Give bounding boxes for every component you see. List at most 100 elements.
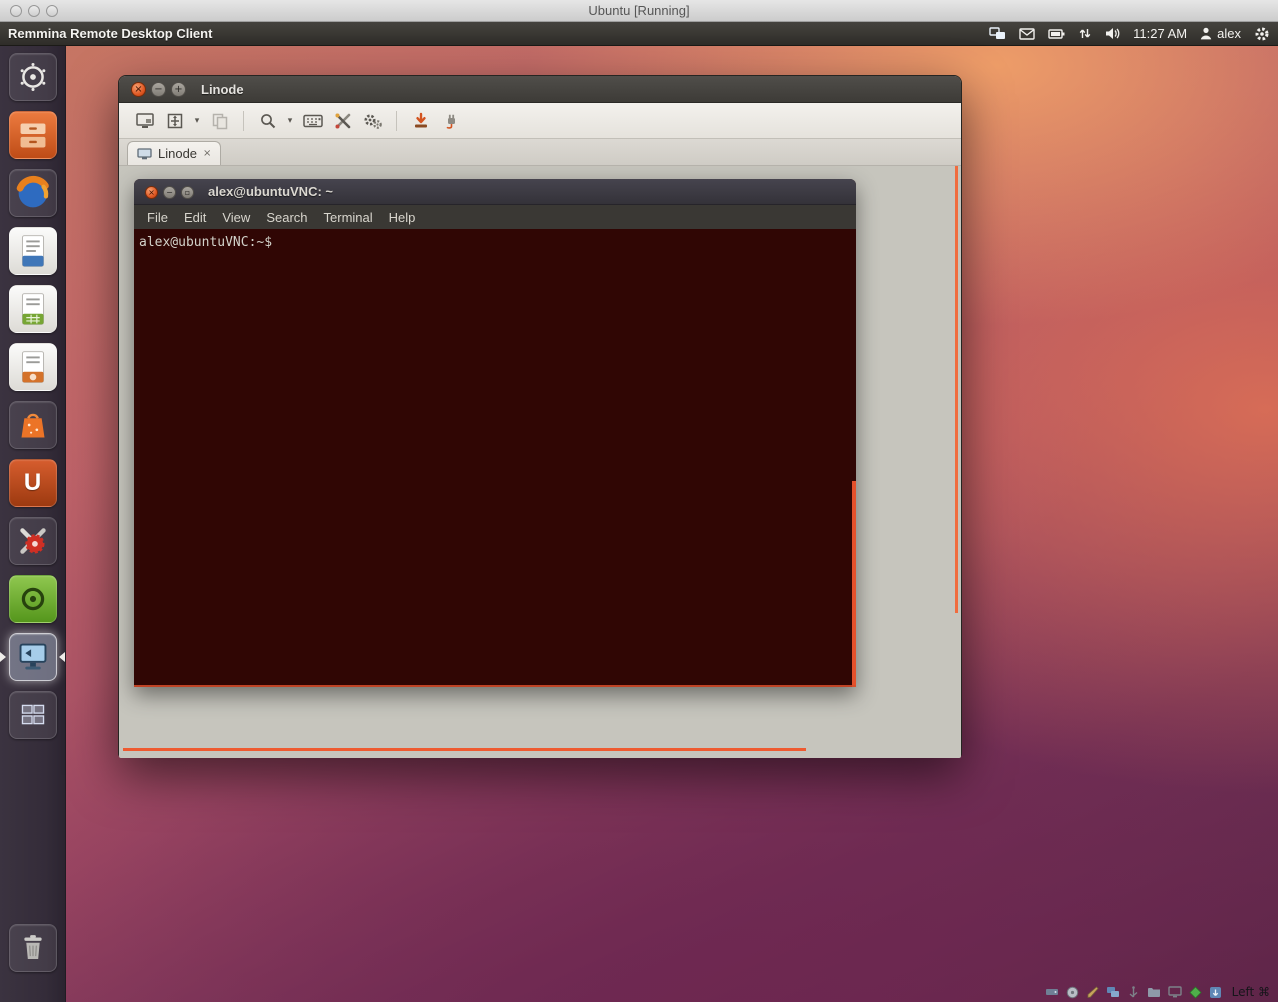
host-zoom-button[interactable] bbox=[46, 5, 58, 17]
remmina-window-controls: × − + bbox=[131, 82, 186, 97]
remmina-maximize-button[interactable]: + bbox=[171, 82, 186, 97]
libreoffice-impress-icon bbox=[10, 343, 56, 391]
remmina-window: × − + Linode ▾ ▾ bbox=[118, 75, 962, 757]
menu-file[interactable]: File bbox=[139, 210, 176, 225]
menu-terminal[interactable]: Terminal bbox=[316, 210, 381, 225]
workspace-switcher-icon bbox=[10, 691, 56, 739]
usb-icon[interactable] bbox=[1127, 986, 1140, 999]
toolbar-separator bbox=[243, 111, 244, 131]
files-icon bbox=[10, 111, 56, 159]
fullscreen-options-dropdown[interactable]: ▾ bbox=[191, 108, 203, 134]
shell-prompt: alex@ubuntuVNC:~$ bbox=[139, 235, 272, 250]
render-artifact bbox=[852, 481, 856, 687]
menu-help[interactable]: Help bbox=[381, 210, 424, 225]
session-gear-icon[interactable] bbox=[1254, 26, 1270, 42]
host-minimize-button[interactable] bbox=[28, 5, 40, 17]
trash-icon bbox=[10, 924, 56, 972]
display-icon[interactable] bbox=[1168, 986, 1182, 998]
libreoffice-writer-icon bbox=[10, 227, 56, 275]
network-icon[interactable] bbox=[1106, 986, 1120, 998]
remmina-toolbar: ▾ ▾ bbox=[119, 103, 961, 139]
menu-view[interactable]: View bbox=[214, 210, 258, 225]
virtualbox-vm-screen: Ubuntu [Running] Remmina Remote Desktop … bbox=[0, 0, 1278, 1002]
menu-edit[interactable]: Edit bbox=[176, 210, 214, 225]
user-icon bbox=[1200, 27, 1212, 40]
tab-close-icon[interactable]: × bbox=[203, 148, 211, 159]
settings-icon[interactable] bbox=[359, 108, 386, 134]
tab-linode[interactable]: Linode × bbox=[127, 141, 221, 165]
launcher-item-libreoffice-calc[interactable] bbox=[9, 285, 57, 333]
username: alex bbox=[1217, 26, 1241, 41]
launcher-item-software-updater[interactable] bbox=[9, 575, 57, 623]
host-key-label: Left ⌘ bbox=[1232, 985, 1270, 999]
audio-icon[interactable] bbox=[1086, 986, 1099, 999]
render-artifact bbox=[955, 166, 958, 613]
zoom-icon[interactable] bbox=[254, 108, 281, 134]
render-artifact bbox=[134, 685, 856, 687]
zoom-options-dropdown[interactable]: ▾ bbox=[284, 108, 296, 134]
software-center-icon bbox=[10, 401, 56, 449]
mail-icon[interactable] bbox=[1019, 28, 1035, 40]
terminal-screen[interactable]: alex@ubuntuVNC:~$ bbox=[134, 229, 856, 687]
ubuntu-top-panel: Remmina Remote Desktop Client 11:27 AM a… bbox=[0, 22, 1278, 46]
toolbar-separator bbox=[396, 111, 397, 131]
launcher-item-ubuntu-software-center[interactable] bbox=[9, 401, 57, 449]
terminal-title: alex@ubuntuVNC: ~ bbox=[208, 184, 333, 199]
volume-icon[interactable] bbox=[1105, 27, 1120, 40]
launcher-item-files[interactable] bbox=[9, 111, 57, 159]
battery-icon[interactable] bbox=[1048, 28, 1065, 40]
sync-arrows-icon[interactable] bbox=[1078, 27, 1092, 40]
user-menu[interactable]: alex bbox=[1200, 26, 1241, 41]
terminal-window-controls: × − ▫ bbox=[145, 186, 194, 199]
tab-label: Linode bbox=[158, 146, 197, 161]
terminal-menubar: File Edit View Search Terminal Help bbox=[134, 205, 856, 229]
terminal-titlebar[interactable]: × − ▫ alex@ubuntuVNC: ~ bbox=[134, 179, 856, 205]
host-titlebar[interactable]: Ubuntu [Running] bbox=[0, 0, 1278, 22]
panel-indicators: 11:27 AM alex bbox=[989, 26, 1278, 42]
dash-home-icon bbox=[10, 53, 56, 101]
grab-keyboard-icon[interactable] bbox=[299, 108, 326, 134]
firefox-icon bbox=[10, 169, 56, 217]
remmina-icon bbox=[10, 633, 56, 681]
disconnect-icon[interactable] bbox=[437, 108, 464, 134]
terminal-minimize-button[interactable]: − bbox=[163, 186, 176, 199]
terminal-maximize-button[interactable]: ▫ bbox=[181, 186, 194, 199]
menu-search[interactable]: Search bbox=[258, 210, 315, 225]
launcher-item-dash-home[interactable] bbox=[9, 53, 57, 101]
launcher-item-ubuntu-one[interactable]: U bbox=[9, 459, 57, 507]
launcher-item-libreoffice-impress[interactable] bbox=[9, 343, 57, 391]
remmina-close-button[interactable]: × bbox=[131, 82, 146, 97]
remmina-focused-indicator bbox=[59, 652, 65, 662]
remote-desktop-viewport[interactable]: × − ▫ alex@ubuntuVNC: ~ File Edit View S… bbox=[119, 166, 961, 758]
vbox-statusbar: Left ⌘ bbox=[1045, 985, 1270, 999]
launcher-item-system-settings[interactable] bbox=[9, 517, 57, 565]
remmina-titlebar[interactable]: × − + Linode bbox=[119, 76, 961, 103]
clock[interactable]: 11:27 AM bbox=[1133, 26, 1187, 41]
duplicate-connection-icon[interactable] bbox=[206, 108, 233, 134]
launcher-item-workspace-switcher[interactable] bbox=[9, 691, 57, 739]
shared-folders-icon[interactable] bbox=[1147, 986, 1161, 998]
render-artifact bbox=[123, 748, 806, 751]
host-close-button[interactable] bbox=[10, 5, 22, 17]
features-icon[interactable] bbox=[1189, 986, 1202, 999]
optical-icon[interactable] bbox=[1066, 986, 1079, 999]
software-updater-icon bbox=[10, 575, 56, 623]
remmina-window-title: Linode bbox=[201, 82, 244, 97]
hdd-icon[interactable] bbox=[1045, 986, 1059, 998]
remmina-minimize-button[interactable]: − bbox=[151, 82, 166, 97]
screenshot-icon[interactable] bbox=[407, 108, 434, 134]
launcher-item-firefox[interactable] bbox=[9, 169, 57, 217]
resize-window-icon[interactable] bbox=[131, 108, 158, 134]
connection-tab-icon bbox=[137, 148, 152, 160]
unity-launcher: U bbox=[0, 46, 66, 1002]
pointer-capture-icon[interactable] bbox=[1209, 986, 1222, 999]
toggle-fullscreen-icon[interactable] bbox=[161, 108, 188, 134]
ubuntu-one-icon: U bbox=[24, 469, 41, 497]
tools-icon[interactable] bbox=[329, 108, 356, 134]
terminal-close-button[interactable]: × bbox=[145, 186, 158, 199]
launcher-item-remmina[interactable] bbox=[9, 633, 57, 681]
remote-screens-icon[interactable] bbox=[989, 27, 1006, 41]
launcher-item-trash[interactable] bbox=[9, 924, 57, 972]
active-app-title[interactable]: Remmina Remote Desktop Client bbox=[8, 26, 212, 41]
launcher-item-libreoffice-writer[interactable] bbox=[9, 227, 57, 275]
